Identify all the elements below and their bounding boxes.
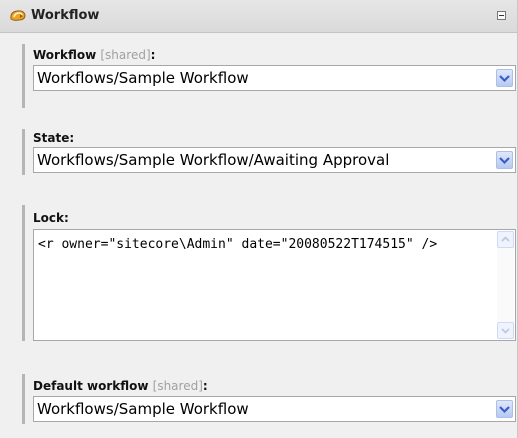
field-indicator-bar (22, 374, 25, 424)
lock-textarea[interactable]: <r owner="sitecore\Admin" date="20080522… (33, 229, 516, 341)
label-colon: : (202, 379, 208, 393)
lock-text: <r owner="sitecore\Admin" date="20080522… (38, 237, 438, 252)
workflow-section: Workflow Workflow [shared]: Workflows/Sa… (0, 0, 518, 438)
default-workflow-select-value: Workflows/Sample Workflow (37, 400, 249, 418)
workflow-icon (9, 8, 27, 24)
state-field-label: State: (33, 131, 75, 145)
field-indicator-bar (22, 44, 25, 108)
scroll-up-icon[interactable] (497, 231, 514, 248)
shared-tag: [shared] (100, 48, 151, 62)
default-workflow-select[interactable]: Workflows/Sample Workflow (33, 396, 516, 422)
default-workflow-field-label: Default workflow [shared]: (33, 379, 208, 393)
chevron-down-icon[interactable] (496, 69, 513, 87)
lock-field-label: Lock: (33, 211, 69, 225)
label-text: Default workflow (33, 379, 149, 393)
chevron-down-icon[interactable] (496, 151, 513, 169)
workflow-select-value: Workflows/Sample Workflow (37, 69, 249, 87)
collapse-icon[interactable] (497, 11, 506, 20)
label-text: Workflow (33, 48, 97, 62)
workflow-select[interactable]: Workflows/Sample Workflow (33, 65, 516, 91)
scrollbar[interactable] (497, 231, 514, 339)
chevron-down-icon[interactable] (496, 400, 513, 418)
workflow-field-label: Workflow [shared]: (33, 48, 155, 62)
state-select[interactable]: Workflows/Sample Workflow/Awaiting Appro… (33, 147, 516, 173)
field-indicator-bar (22, 129, 25, 175)
section-header[interactable]: Workflow (0, 0, 517, 33)
shared-tag: [shared] (152, 379, 203, 393)
label-colon: : (150, 48, 156, 62)
section-title: Workflow (31, 8, 100, 23)
field-indicator-bar (22, 205, 25, 341)
state-select-value: Workflows/Sample Workflow/Awaiting Appro… (37, 151, 390, 169)
scroll-down-icon[interactable] (497, 322, 514, 339)
